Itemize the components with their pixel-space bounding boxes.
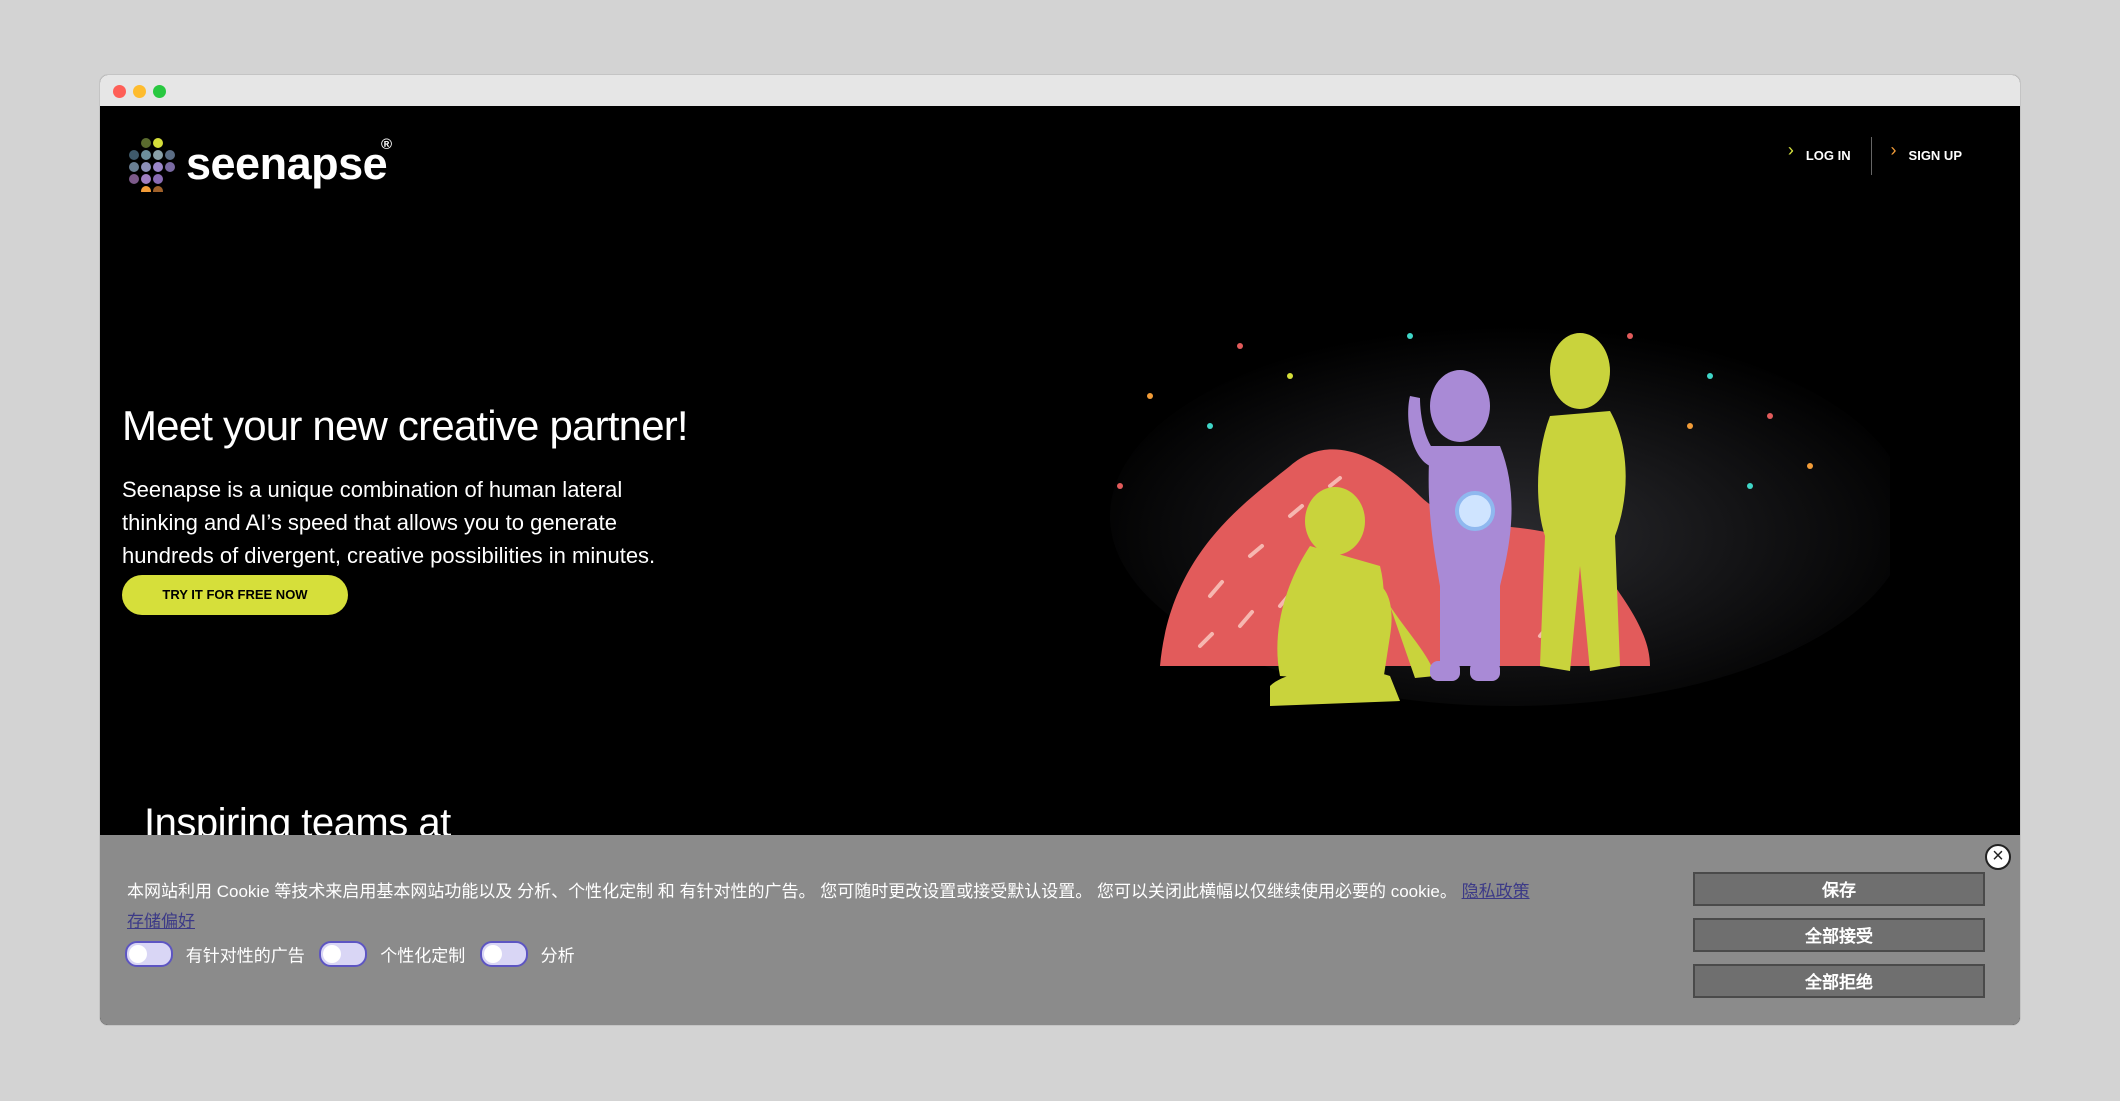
top-nav: › LOG IN › SIGN UP (1774, 136, 1962, 176)
toggle-label: 有针对性的广告 (185, 946, 305, 966)
toggle-analytics[interactable]: 分析 (479, 941, 575, 967)
storage-preferences-link[interactable]: 存储偏好 (127, 912, 195, 931)
privacy-policy-link[interactable]: 隐私政策 (1462, 882, 1530, 901)
minimize-window-button[interactable] (133, 85, 146, 98)
hero-title: Meet your new creative partner! (122, 402, 689, 449)
title-bar (100, 75, 2020, 106)
page-content: seenapse ® › LOG IN › SIGN UP Meet your … (100, 106, 2020, 1025)
cookie-banner: × 本网站利用 Cookie 等技术来启用基本网站功能以及 分析、个性化定制 和… (100, 835, 2020, 1025)
toggle-label: 分析 (540, 946, 575, 966)
try-free-button[interactable]: TRY IT FOR FREE NOW (122, 575, 348, 615)
cookie-message: 本网站利用 Cookie 等技术来启用基本网站功能以及 分析、个性化定制 和 有… (127, 877, 1647, 937)
toggle-label: 个性化定制 (380, 946, 466, 966)
registered-mark: ® (381, 136, 393, 153)
close-circle-icon[interactable]: × (1985, 844, 2011, 870)
hero-description: Seenapse is a unique combination of huma… (122, 477, 656, 568)
toggle-switch[interactable] (125, 941, 173, 967)
chevron-right-icon: › (1890, 140, 1897, 160)
chevron-right-icon: › (1787, 140, 1794, 160)
toggle-switch[interactable] (479, 941, 528, 967)
brand-name: seenapse (186, 138, 388, 189)
maximize-window-button[interactable] (153, 85, 166, 98)
hero-illustration (1110, 326, 1890, 706)
signup-label: SIGN UP (1908, 148, 1962, 163)
save-button[interactable]: 保存 (1693, 872, 1985, 906)
login-label: LOG IN (1805, 148, 1851, 163)
toggle-switch[interactable] (319, 941, 368, 967)
nav-divider (1871, 136, 1873, 175)
logo-dots-icon (129, 138, 175, 192)
cookie-toggles: 有针对性的广告 个性化定制 分析 (125, 941, 585, 967)
close-window-button[interactable] (113, 85, 126, 98)
login-link[interactable]: › LOG IN (1788, 136, 1851, 176)
signup-link[interactable]: › SIGN UP (1891, 136, 1962, 176)
brand-logo[interactable]: seenapse ® (126, 136, 406, 196)
reject-all-button[interactable]: 全部拒绝 (1693, 964, 1985, 998)
toggle-targeted-ads[interactable]: 有针对性的广告 (125, 941, 305, 967)
browser-window: seenapse ® › LOG IN › SIGN UP Meet your … (100, 75, 2020, 1025)
toggle-personalization[interactable]: 个性化定制 (319, 941, 465, 967)
accept-all-button[interactable]: 全部接受 (1693, 918, 1985, 952)
cookie-message-text: 本网站利用 Cookie 等技术来启用基本网站功能以及 分析、个性化定制 和 有… (127, 882, 1457, 901)
